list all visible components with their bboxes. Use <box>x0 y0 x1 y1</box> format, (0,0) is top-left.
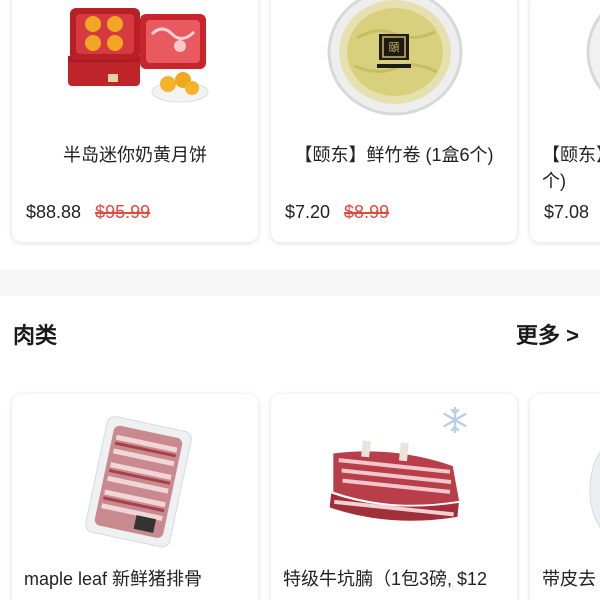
bamboo-roll-container-image: 頤 <box>327 0 463 116</box>
product-card-bamboo-roll[interactable]: 頤 【颐东】鲜竹卷 (1盒6个) $7.20 $8.99 <box>271 0 517 242</box>
meat-section: maple leaf 新鲜猪排骨 特级牛坑腩（1包3磅, $12 带皮去 <box>0 296 600 600</box>
product-card-mooncake[interactable]: 半岛迷你奶黄月饼 $88.88 $95.99 <box>12 0 258 242</box>
product-name: 带皮去 <box>542 569 596 589</box>
product-card-meat-partial[interactable]: 带皮去 <box>530 394 600 600</box>
product-name: 半岛迷你奶黄月饼 <box>63 145 207 165</box>
section-title-meat: 肉类 <box>13 323 58 348</box>
product-price: $88.88 <box>26 202 82 222</box>
product-card-partial[interactable]: 【颐东】 个) $7.08 <box>530 0 600 242</box>
product-price: $7.20 <box>285 202 331 222</box>
meat-partial-image <box>589 451 600 529</box>
product-name: maple leaf 新鲜猪排骨 <box>24 569 203 589</box>
beef-short-ribs-image <box>329 440 460 521</box>
product-original-price: $95.99 <box>95 202 151 222</box>
product-price: $7.08 <box>544 202 590 222</box>
top-product-section: 半岛迷你奶黄月饼 $88.88 $95.99 頤 【颐东】鲜竹卷 (1盒6个) $… <box>0 0 600 270</box>
page: 半岛迷你奶黄月饼 $88.88 $95.99 頤 【颐东】鲜竹卷 (1盒6个) $… <box>0 0 600 600</box>
pork-ribs-pack-image <box>85 416 192 548</box>
mooncake-gift-box-image <box>68 8 209 103</box>
price-row: $88.88 $95.99 <box>26 202 150 223</box>
container-partial-image <box>586 13 600 91</box>
product-card-beef-short-ribs[interactable]: 特级牛坑腩（1包3磅, $12 <box>271 394 517 600</box>
price-row: $7.08 <box>544 202 600 223</box>
more-link[interactable]: 更多 > <box>516 318 579 350</box>
product-name: 特级牛坑腩（1包3磅, $12 <box>283 569 488 589</box>
product-original-price: $8.99 <box>344 202 390 222</box>
product-name: 【颐东】 个) <box>542 145 600 191</box>
product-card-pork-ribs[interactable]: maple leaf 新鲜猪排骨 <box>12 394 258 600</box>
product-name: 【颐东】鲜竹卷 (1盒6个) <box>294 145 494 165</box>
price-row: $7.20 $8.99 <box>285 202 389 223</box>
svg-text:頤: 頤 <box>389 41 400 54</box>
